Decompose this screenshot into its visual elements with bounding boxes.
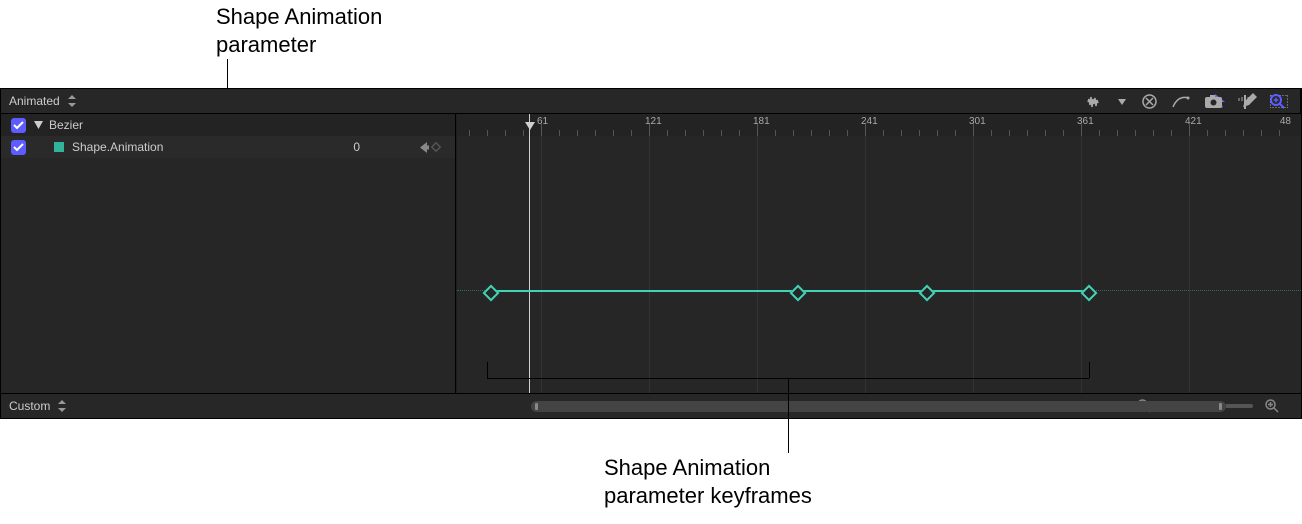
- ruler-tick-label: 181: [753, 116, 770, 127]
- ruler-tick-label: 361: [1077, 116, 1094, 127]
- clear-icon[interactable]: [1138, 91, 1160, 113]
- curve-mode-label: Custom: [9, 399, 50, 413]
- keyframe-editor-panel: Animated: [0, 88, 1302, 419]
- playhead[interactable]: [529, 114, 530, 393]
- time-ruler[interactable]: 61 121 181 241 301 361 421 48: [457, 114, 1301, 136]
- zoom-in-magnifier-icon[interactable]: [1261, 395, 1283, 417]
- snap-icon[interactable]: [1234, 91, 1256, 113]
- filter-dropdown[interactable]: Animated: [1, 94, 84, 108]
- checkbox-bezier[interactable]: [11, 118, 26, 133]
- keyframe-diamond[interactable]: [790, 285, 807, 302]
- shape-animation-value[interactable]: 0: [353, 140, 360, 154]
- dropdown-arrows-icon: [58, 400, 66, 412]
- add-keyframe-diamond-icon[interactable]: [431, 142, 441, 152]
- playhead-handle-icon[interactable]: [525, 122, 535, 130]
- ruler-end-label: 48: [1280, 116, 1291, 127]
- parameter-row-bezier[interactable]: Bezier: [1, 114, 455, 136]
- filter-label: Animated: [9, 94, 60, 108]
- timeline-graph[interactable]: 61 121 181 241 301 361 421 48: [457, 114, 1301, 393]
- color-swatch: [54, 142, 64, 152]
- parameter-list: Bezier Shape.Animation 0: [1, 114, 456, 393]
- ruler-tick-label: 121: [645, 116, 662, 127]
- bezier-label: Bezier: [49, 118, 83, 132]
- ruler-tick-label: 421: [1185, 116, 1202, 127]
- checkbox-shape-animation[interactable]: [11, 140, 26, 155]
- toolbar-right: [1079, 89, 1301, 114]
- keyframe-nav: [420, 142, 441, 153]
- audio-waveform-icon[interactable]: [1084, 91, 1106, 113]
- keyframe-curve[interactable]: [489, 290, 1087, 292]
- parameter-row-shape-animation[interactable]: Shape.Animation 0: [1, 136, 455, 158]
- ruler-tick-label: 61: [537, 116, 548, 127]
- curve-mode-dropdown[interactable]: Custom: [1, 399, 74, 413]
- bracket-stem: [788, 378, 789, 453]
- zoom-magnifier-icon[interactable]: [1266, 91, 1288, 113]
- callout-shape-animation-keyframes: Shape Animation parameter keyframes: [604, 454, 812, 509]
- keyframe-diamond[interactable]: [919, 285, 936, 302]
- dropdown-arrows-icon: [68, 95, 76, 107]
- scrollbar-cap-right[interactable]: [1219, 403, 1222, 410]
- snapshot-camera-icon[interactable]: [1202, 91, 1224, 113]
- scrollbar-cap-left[interactable]: [535, 403, 538, 410]
- fit-curve-icon[interactable]: [1170, 91, 1192, 113]
- ruler-tick-label: 241: [861, 116, 878, 127]
- audio-menu-chevron-icon[interactable]: [1116, 91, 1128, 113]
- bracket-left: [487, 362, 488, 378]
- keyframe-diamond[interactable]: [483, 285, 500, 302]
- callout-shape-animation-parameter: Shape Animation parameter: [216, 3, 382, 58]
- disclosure-triangle-icon[interactable]: [34, 121, 43, 130]
- bracket-right: [1089, 362, 1090, 378]
- horizontal-scrollbar[interactable]: [531, 401, 1226, 412]
- prev-keyframe-icon[interactable]: [420, 142, 429, 153]
- scrollbar-thumb[interactable]: [531, 401, 1226, 412]
- ruler-tick-label: 301: [969, 116, 986, 127]
- shape-animation-label: Shape.Animation: [72, 140, 163, 154]
- footer-bar: Custom: [1, 393, 1301, 418]
- keyframe-diamond[interactable]: [1081, 285, 1098, 302]
